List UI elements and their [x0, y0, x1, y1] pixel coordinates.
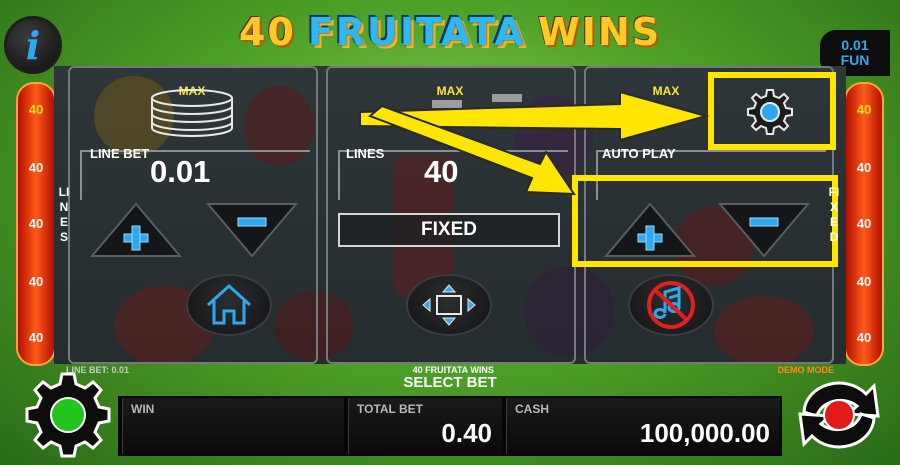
spin-icon: [798, 381, 880, 449]
cash-display: CASH 100,000.00: [506, 398, 780, 454]
win-label: WIN: [131, 402, 155, 416]
cash-label: CASH: [515, 402, 550, 416]
lines-side-text: LINES: [58, 185, 70, 244]
total-bet-value: 0.40: [441, 418, 492, 448]
lines-side-label: LINES: [58, 185, 70, 245]
fixed-side-label: FIXED: [828, 185, 840, 245]
spin-button[interactable]: [780, 370, 898, 460]
win-display: WIN: [122, 398, 344, 454]
select-bet-label: SELECT BET: [403, 374, 497, 391]
total-bet-label: TOTAL BET: [357, 402, 423, 416]
total-bet-display: TOTAL BET 0.40: [348, 398, 502, 454]
gear-icon: [25, 372, 111, 458]
cash-value: 100,000.00: [639, 418, 770, 448]
fixed-side-text: FIXED: [828, 185, 840, 244]
settings-button[interactable]: [18, 370, 118, 460]
